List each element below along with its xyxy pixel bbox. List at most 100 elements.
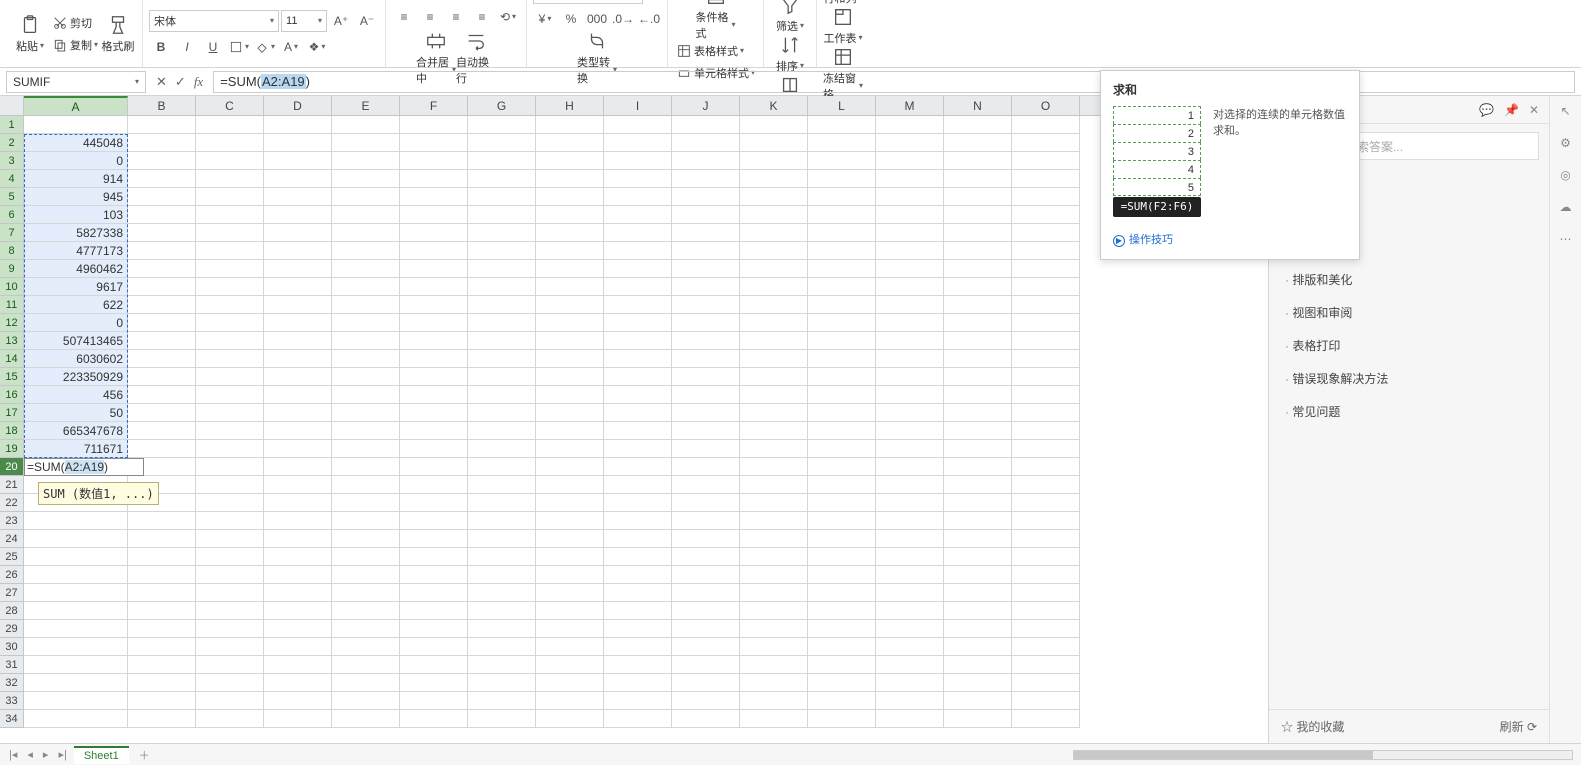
refresh-button[interactable]: 刷新 ⟳ bbox=[1500, 718, 1537, 735]
cell[interactable] bbox=[672, 584, 740, 602]
cell[interactable] bbox=[740, 476, 808, 494]
cell[interactable] bbox=[468, 512, 536, 530]
cell[interactable] bbox=[332, 584, 400, 602]
format-painter-button[interactable]: 格式刷 bbox=[100, 4, 136, 64]
col-header-M[interactable]: M bbox=[876, 96, 944, 115]
cell[interactable] bbox=[672, 188, 740, 206]
cell[interactable] bbox=[468, 296, 536, 314]
cell[interactable] bbox=[536, 314, 604, 332]
cell[interactable] bbox=[128, 350, 196, 368]
align-bottom-icon[interactable]: ≡ bbox=[444, 0, 468, 2]
cell[interactable] bbox=[944, 566, 1012, 584]
row-header[interactable]: 7 bbox=[0, 224, 24, 242]
cell[interactable] bbox=[196, 674, 264, 692]
cell[interactable] bbox=[1012, 206, 1080, 224]
cell[interactable] bbox=[332, 692, 400, 710]
cell[interactable] bbox=[468, 224, 536, 242]
cell[interactable] bbox=[468, 566, 536, 584]
cell[interactable] bbox=[672, 458, 740, 476]
border-button[interactable] bbox=[227, 36, 251, 58]
cell[interactable] bbox=[536, 656, 604, 674]
cell[interactable] bbox=[264, 692, 332, 710]
cell[interactable] bbox=[672, 656, 740, 674]
cell[interactable] bbox=[128, 584, 196, 602]
cell[interactable] bbox=[604, 188, 672, 206]
cell[interactable] bbox=[536, 188, 604, 206]
cell[interactable] bbox=[468, 458, 536, 476]
cell[interactable] bbox=[468, 638, 536, 656]
cell[interactable] bbox=[264, 224, 332, 242]
cell[interactable] bbox=[468, 530, 536, 548]
cell[interactable] bbox=[24, 512, 128, 530]
cell[interactable] bbox=[740, 692, 808, 710]
cell[interactable] bbox=[468, 476, 536, 494]
cell[interactable] bbox=[24, 638, 128, 656]
cell[interactable] bbox=[740, 170, 808, 188]
cell[interactable] bbox=[128, 134, 196, 152]
h-scrollbar[interactable] bbox=[1073, 750, 1573, 760]
cell[interactable] bbox=[196, 314, 264, 332]
cell[interactable] bbox=[332, 566, 400, 584]
cell[interactable]: 945 bbox=[24, 188, 128, 206]
row-header[interactable]: 21 bbox=[0, 476, 24, 494]
cell[interactable] bbox=[808, 440, 876, 458]
cell[interactable] bbox=[604, 296, 672, 314]
cell[interactable]: 0 bbox=[24, 314, 128, 332]
cell[interactable] bbox=[24, 530, 128, 548]
cell[interactable] bbox=[672, 152, 740, 170]
cell[interactable] bbox=[944, 242, 1012, 260]
row-header[interactable]: 15 bbox=[0, 368, 24, 386]
cell[interactable] bbox=[400, 674, 468, 692]
cell[interactable] bbox=[604, 530, 672, 548]
cell[interactable] bbox=[672, 386, 740, 404]
cell[interactable] bbox=[1012, 512, 1080, 530]
cell[interactable] bbox=[604, 350, 672, 368]
cell[interactable] bbox=[468, 152, 536, 170]
cell[interactable] bbox=[740, 710, 808, 728]
cell[interactable] bbox=[672, 278, 740, 296]
cell[interactable] bbox=[740, 512, 808, 530]
cell[interactable] bbox=[672, 242, 740, 260]
col-header-A[interactable]: A bbox=[24, 96, 128, 115]
cell[interactable] bbox=[876, 512, 944, 530]
cell[interactable] bbox=[604, 368, 672, 386]
cell[interactable]: 4960462 bbox=[24, 260, 128, 278]
cell[interactable] bbox=[128, 548, 196, 566]
cell[interactable] bbox=[128, 278, 196, 296]
col-header-B[interactable]: B bbox=[128, 96, 196, 115]
cell[interactable] bbox=[604, 476, 672, 494]
col-header-I[interactable]: I bbox=[604, 96, 672, 115]
cell[interactable] bbox=[672, 530, 740, 548]
cell[interactable] bbox=[332, 512, 400, 530]
cell[interactable] bbox=[740, 656, 808, 674]
cell[interactable] bbox=[196, 458, 264, 476]
cell[interactable] bbox=[808, 710, 876, 728]
cell[interactable] bbox=[468, 332, 536, 350]
cell[interactable] bbox=[1012, 584, 1080, 602]
col-header-C[interactable]: C bbox=[196, 96, 264, 115]
cell[interactable] bbox=[264, 152, 332, 170]
table-style-button[interactable]: 表格样式 bbox=[674, 41, 757, 61]
cell[interactable] bbox=[24, 692, 128, 710]
cell[interactable] bbox=[24, 116, 128, 134]
cell[interactable] bbox=[1012, 458, 1080, 476]
cell[interactable] bbox=[332, 620, 400, 638]
cell[interactable] bbox=[740, 440, 808, 458]
cell[interactable] bbox=[808, 296, 876, 314]
cell[interactable] bbox=[196, 260, 264, 278]
cell[interactable] bbox=[740, 332, 808, 350]
editing-cell[interactable]: =SUM(A2:A19) bbox=[24, 458, 144, 476]
row-header[interactable]: 32 bbox=[0, 674, 24, 692]
cell[interactable] bbox=[876, 494, 944, 512]
close-panel-icon[interactable]: ✕ bbox=[1529, 103, 1539, 117]
cell[interactable] bbox=[332, 368, 400, 386]
pin-icon[interactable]: 📌 bbox=[1504, 103, 1519, 117]
cat-print[interactable]: 表格打印 bbox=[1269, 329, 1549, 362]
cond-format-button[interactable]: 条件格式 bbox=[696, 0, 736, 41]
col-header-K[interactable]: K bbox=[740, 96, 808, 115]
cell[interactable] bbox=[332, 548, 400, 566]
cell[interactable] bbox=[944, 260, 1012, 278]
cell[interactable] bbox=[808, 404, 876, 422]
cell[interactable] bbox=[468, 440, 536, 458]
cell[interactable] bbox=[196, 620, 264, 638]
